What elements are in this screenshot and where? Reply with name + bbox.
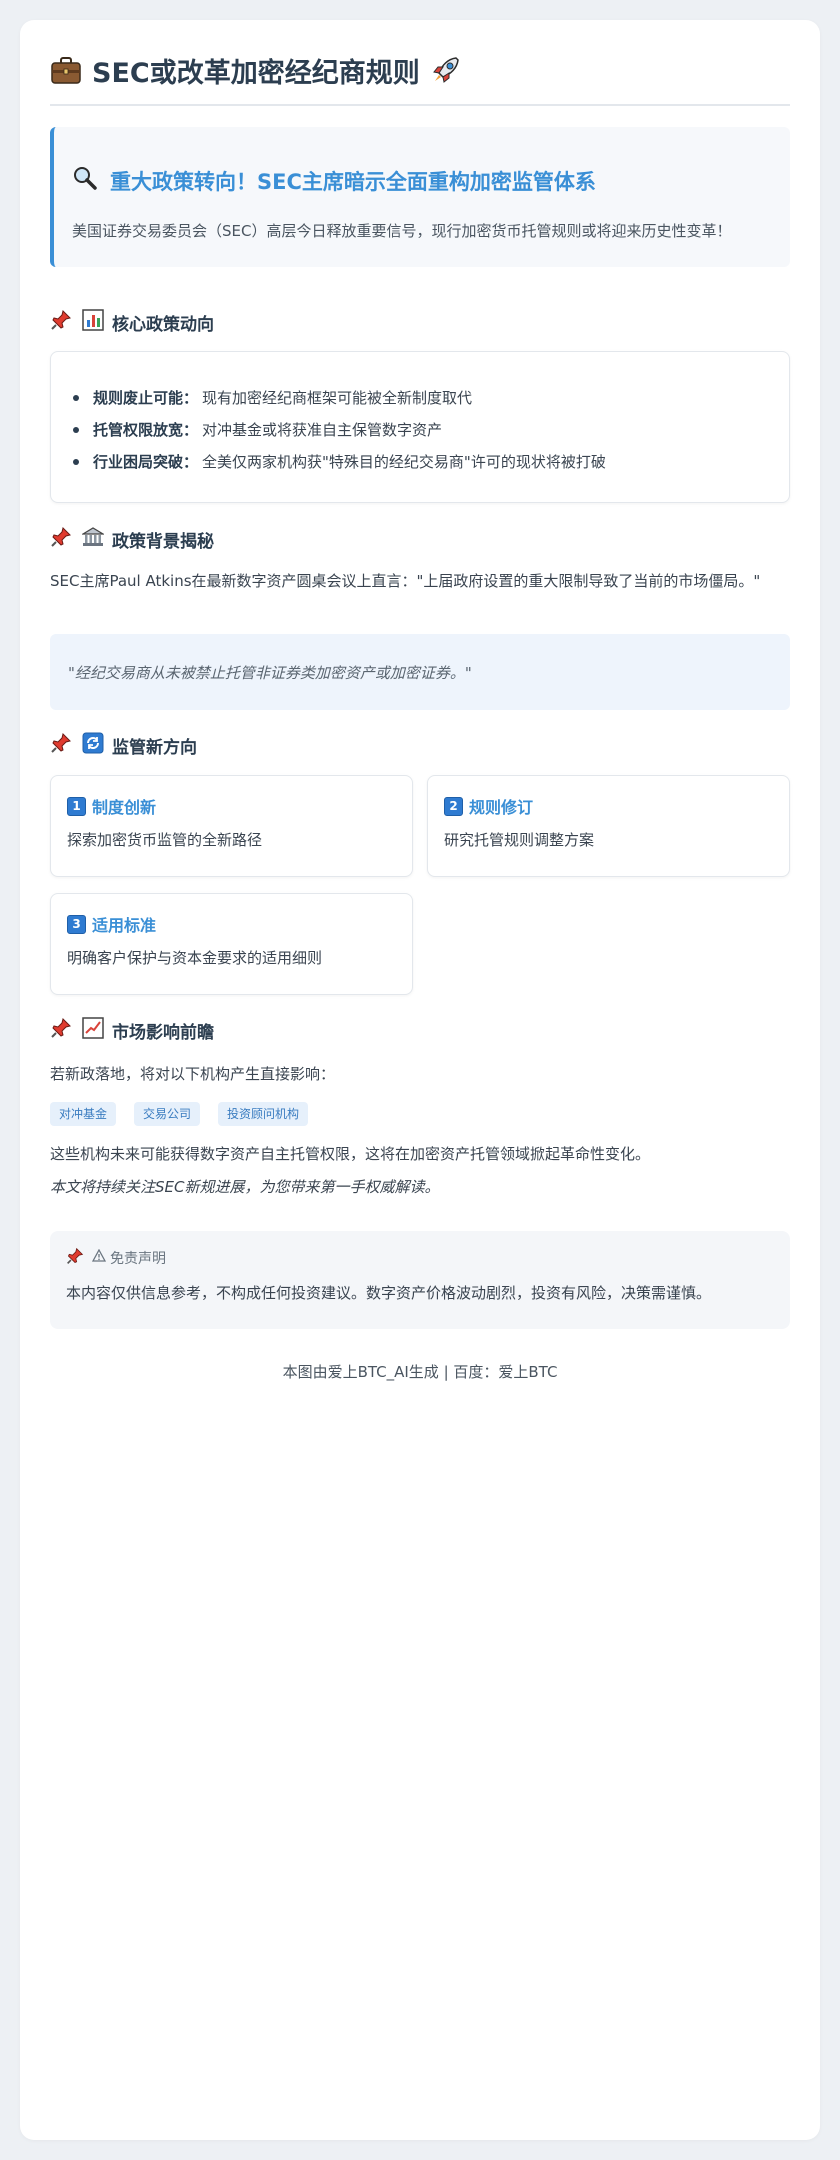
- number-badge: 3: [67, 914, 86, 934]
- direction-card: 2 规则修订 研究托管规则调整方案: [427, 775, 790, 877]
- magnifier-icon: [72, 165, 98, 196]
- briefcase-icon: [50, 54, 82, 86]
- section-heading-impact: 市场影响前瞻: [50, 1015, 214, 1045]
- section-title-impact: 市场影响前瞻: [112, 1022, 214, 1043]
- impact-note: 本文将持续关注SEC新规进展，为您带来第一手权威解读。: [50, 1178, 440, 1196]
- core-policy-panel: 规则废止可能： 现有加密经纪商框架可能被全新制度取代 托管权限放宽： 对冲基金或将获…: [50, 351, 790, 503]
- list-item: 行业困局突破： 全美仅两家机构获"特殊目的经纪交易商"许可的现状将被打破: [73, 446, 606, 478]
- hero-title: 重大政策转向！SEC主席暗示全面重构加密监管体系: [110, 169, 596, 194]
- list-item: 规则废止可能： 现有加密经纪商框架可能被全新制度取代: [73, 382, 606, 414]
- direction-card: 1 制度创新 探索加密货币监管的全新路径: [50, 775, 413, 877]
- number-badge: 1: [67, 796, 86, 816]
- bank-icon: [80, 526, 106, 553]
- tag: 对冲基金: [50, 1102, 117, 1126]
- article-card: SEC或改革加密经纪商规则 重大政策转向！SEC主席暗示全面重构加密监管体系 美…: [20, 20, 820, 2140]
- page-title: SEC或改革加密经纪商规则: [92, 57, 420, 89]
- institution-tags: 对冲基金 交易公司 投资顾问机构: [50, 1102, 326, 1126]
- disclaimer-box: 免责声明 本内容仅供信息参考，不构成任何投资建议。数字资产价格波动剧烈，投资有风…: [50, 1231, 790, 1329]
- disclaimer-body: 本内容仅供信息参考，不构成任何投资建议。数字资产价格波动剧烈，投资有风险，决策需…: [66, 1284, 712, 1302]
- warning-icon: [91, 1248, 107, 1267]
- bar-chart-icon: [82, 308, 104, 336]
- section-title-background: 政策背景揭秘: [112, 531, 214, 552]
- section-title-core: 核心政策动向: [112, 314, 214, 335]
- background-paragraph: SEC主席Paul Atkins在最新数字资产圆桌会议上直言："上届政府设置的重…: [50, 572, 761, 590]
- number-badge: 2: [444, 796, 463, 816]
- quote-block: "经纪交易商从未被禁止托管非证券类加密资产或加密证券。": [50, 634, 790, 710]
- list-item: 托管权限放宽： 对冲基金或将获准自主保管数字资产: [73, 414, 606, 446]
- tag: 交易公司: [134, 1102, 201, 1126]
- pushpin-icon: [50, 1017, 72, 1044]
- trend-chart-icon: [82, 1016, 104, 1044]
- rocket-icon: [430, 54, 462, 86]
- disclaimer-title: 免责声明: [110, 1251, 166, 1267]
- section-title-direction: 监管新方向: [112, 737, 197, 758]
- pushpin-icon: [66, 1247, 84, 1269]
- section-heading-direction: 监管新方向: [50, 730, 197, 760]
- section-heading-background: 政策背景揭秘: [50, 524, 214, 554]
- section-heading-core: 核心政策动向: [50, 307, 214, 337]
- pushpin-icon: [50, 309, 72, 336]
- impact-intro: 若新政落地，将对以下机构产生直接影响：: [50, 1065, 336, 1083]
- refresh-icon: [82, 732, 104, 759]
- pushpin-icon: [50, 526, 72, 553]
- direction-card: 3 适用标准 明确客户保护与资本金要求的适用细则: [50, 893, 413, 995]
- impact-paragraph: 这些机构未来可能获得数字资产自主托管权限，这将在加密资产托管领域掀起革命性变化。: [50, 1145, 651, 1163]
- page-title-row: SEC或改革加密经纪商规则: [50, 50, 790, 106]
- hero-banner: 重大政策转向！SEC主席暗示全面重构加密监管体系 美国证券交易委员会（SEC）高…: [50, 127, 790, 267]
- tag: 投资顾问机构: [218, 1102, 309, 1126]
- hero-subtitle: 美国证券交易委员会（SEC）高层今日释放重要信号，现行加密货币托管规则或将迎来历…: [72, 222, 732, 240]
- pushpin-icon: [50, 732, 72, 759]
- footer-credit: 本图由爱上BTC_AI生成 | 百度：爱上BTC: [282, 1363, 558, 1381]
